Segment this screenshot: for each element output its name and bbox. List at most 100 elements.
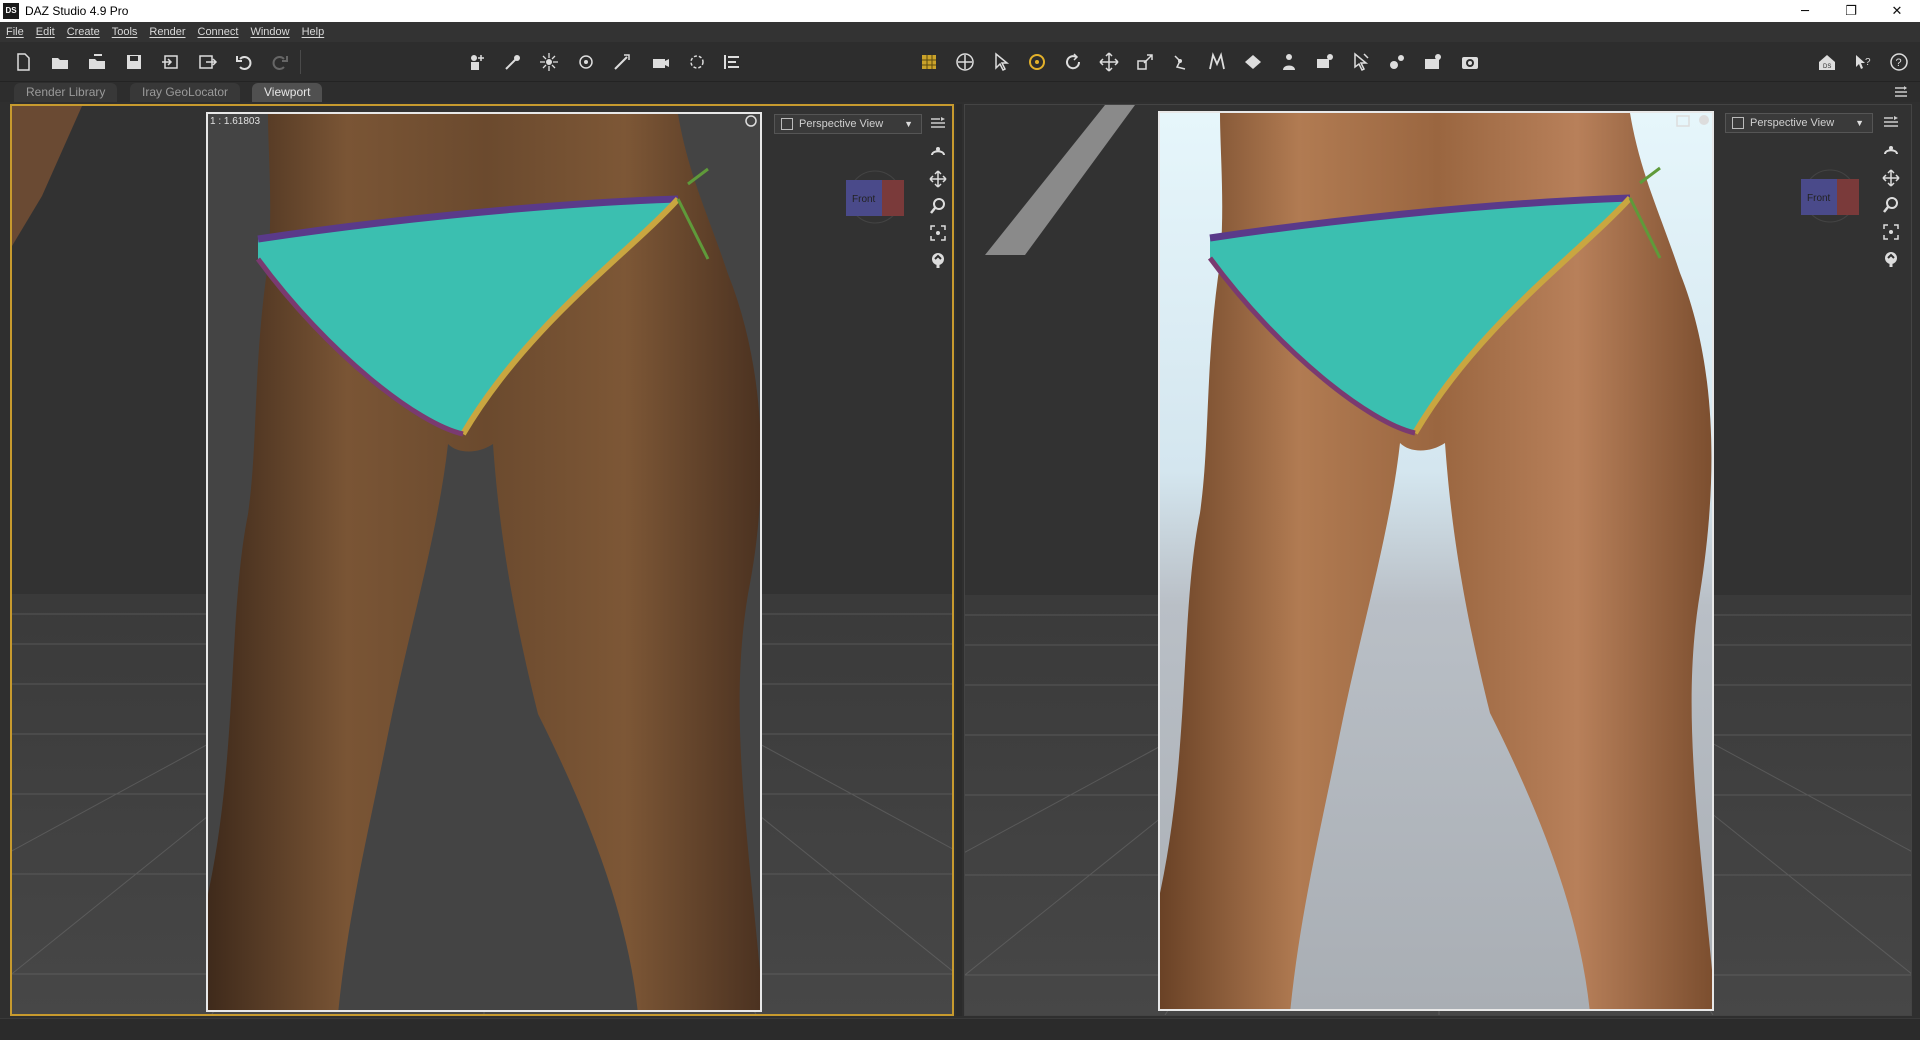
daz-studio-window: DS DAZ Studio 4.9 Pro ─ ❐ ✕ File Edit Cr…: [0, 0, 1920, 1040]
figure-setup-icon[interactable]: [1274, 47, 1304, 77]
arm-silhouette: [985, 105, 1135, 255]
open-icon[interactable]: [45, 47, 75, 77]
main-toolbar: DS ? ?: [0, 42, 1920, 82]
drawstyle-icon[interactable]: [744, 114, 760, 130]
orbit-camera-icon[interactable]: [926, 140, 950, 164]
camera-view-dropdown[interactable]: Perspective View ▼: [1725, 113, 1873, 133]
rotate-icon[interactable]: [1058, 47, 1088, 77]
title-bar: DS DAZ Studio 4.9 Pro ─ ❐ ✕: [0, 0, 1920, 22]
chevron-down-icon: ▼: [1855, 118, 1864, 128]
merge-icon[interactable]: [82, 47, 112, 77]
view-cube-face-label: Front: [852, 194, 876, 205]
active-pose-icon[interactable]: [1310, 47, 1340, 77]
viewport-camera-tools: [926, 140, 950, 275]
geometry-editor-icon[interactable]: [1238, 47, 1268, 77]
viewport-camera-tools: [1879, 139, 1903, 274]
reset-camera-icon[interactable]: [926, 248, 950, 272]
view-cube-face-label: Front: [1807, 193, 1831, 204]
menu-window[interactable]: Window: [250, 26, 289, 38]
align-icon[interactable]: [717, 47, 747, 77]
universal-tool-icon[interactable]: [950, 47, 980, 77]
render-settings-icon[interactable]: [1418, 47, 1448, 77]
window-title: DAZ Studio 4.9 Pro: [25, 4, 129, 18]
frame-selection-icon[interactable]: [926, 221, 950, 245]
view-type-icon: [1732, 117, 1744, 129]
spotlight-icon[interactable]: [498, 47, 528, 77]
undo-icon[interactable]: [229, 47, 259, 77]
rotate-tool-icon[interactable]: [1022, 47, 1052, 77]
camera-view-label: Perspective View: [1750, 117, 1835, 129]
viewport-menu-icon[interactable]: [1883, 115, 1899, 129]
view-cube[interactable]: Front: [842, 170, 908, 224]
svg-text:DS: DS: [1823, 64, 1831, 70]
pan-camera-icon[interactable]: [926, 167, 950, 191]
minimize-button[interactable]: ─: [1782, 0, 1828, 22]
help-icon[interactable]: ?: [1884, 47, 1914, 77]
menu-help[interactable]: Help: [302, 26, 325, 38]
node-icon[interactable]: [682, 47, 712, 77]
close-button[interactable]: ✕: [1874, 0, 1920, 22]
import-icon[interactable]: [156, 47, 186, 77]
scale-icon[interactable]: [1130, 47, 1160, 77]
zoom-camera-icon[interactable]: [1879, 193, 1903, 217]
joint-editor-icon[interactable]: [1166, 47, 1196, 77]
menu-file[interactable]: File: [6, 26, 24, 38]
linear-light-icon[interactable]: [607, 47, 637, 77]
menu-render[interactable]: Render: [149, 26, 185, 38]
reset-camera-icon[interactable]: [1879, 247, 1903, 271]
tab-viewport[interactable]: Viewport: [252, 83, 323, 102]
render-icon[interactable]: [1455, 47, 1485, 77]
arm-silhouette: [12, 106, 82, 246]
export-icon[interactable]: [192, 47, 222, 77]
window-controls: ─ ❐ ✕: [1782, 0, 1920, 22]
pose-tool-icon[interactable]: [1382, 47, 1412, 77]
camera-view-label: Perspective View: [799, 118, 884, 130]
viewport-menu-icon[interactable]: [930, 116, 946, 130]
point-light-icon[interactable]: [534, 47, 564, 77]
distant-light-icon[interactable]: [571, 47, 601, 77]
tab-render-library[interactable]: Render Library: [14, 83, 118, 102]
render-frame-left: [206, 112, 762, 1012]
whats-this-icon[interactable]: ?: [1848, 47, 1878, 77]
tab-iray-geolocator[interactable]: Iray GeoLocator: [130, 83, 241, 102]
menu-connect[interactable]: Connect: [198, 26, 239, 38]
pan-camera-icon[interactable]: [1879, 166, 1903, 190]
zoom-camera-icon[interactable]: [926, 194, 950, 218]
menu-bar: File Edit Create Tools Render Connect Wi…: [0, 22, 1920, 42]
new-figure-icon[interactable]: [461, 47, 491, 77]
surface-selection-icon[interactable]: [914, 47, 944, 77]
pane-tab-bar: Render Library Iray GeoLocator Viewport: [0, 82, 1920, 102]
menu-edit[interactable]: Edit: [36, 26, 55, 38]
save-icon[interactable]: [119, 47, 149, 77]
figure-preview-left: [208, 114, 760, 1010]
camera-tool-icon[interactable]: [645, 47, 675, 77]
render-preview-right: [1160, 113, 1712, 1009]
view-type-icon: [781, 118, 793, 130]
maximize-button[interactable]: ❐: [1828, 0, 1874, 22]
status-bar: [0, 1018, 1920, 1040]
viewport-left[interactable]: 1 : 1.61803 Perspective View ▼ Front: [10, 104, 954, 1016]
daz-home-icon[interactable]: DS: [1812, 47, 1842, 77]
viewport-right[interactable]: Perspective View ▼ Front: [964, 104, 1912, 1016]
svg-text:?: ?: [1865, 57, 1871, 68]
render-frame-right: [1158, 111, 1714, 1011]
app-logo-icon: DS: [3, 3, 19, 19]
aspect-ratio-label: 1 : 1.61803: [210, 116, 261, 127]
frame-selection-icon[interactable]: [1879, 220, 1903, 244]
preview-icon[interactable]: [1675, 113, 1691, 129]
orbit-camera-icon[interactable]: [1879, 139, 1903, 163]
translate-icon[interactable]: [1094, 47, 1124, 77]
view-cube[interactable]: Front: [1797, 169, 1863, 223]
new-scene-icon[interactable]: [8, 47, 38, 77]
menu-tools[interactable]: Tools: [112, 26, 138, 38]
viewport-splitter[interactable]: [956, 104, 962, 1016]
svg-text:?: ?: [1896, 57, 1902, 69]
menu-create[interactable]: Create: [67, 26, 100, 38]
spot-render-icon[interactable]: [1346, 47, 1376, 77]
pane-menu-icon[interactable]: [1894, 85, 1908, 99]
node-selection-icon[interactable]: [986, 47, 1016, 77]
morph-icon[interactable]: [1202, 47, 1232, 77]
camera-view-dropdown[interactable]: Perspective View ▼: [774, 114, 922, 134]
redo-icon[interactable]: [265, 47, 295, 77]
drawstyle-icon[interactable]: [1697, 113, 1713, 129]
